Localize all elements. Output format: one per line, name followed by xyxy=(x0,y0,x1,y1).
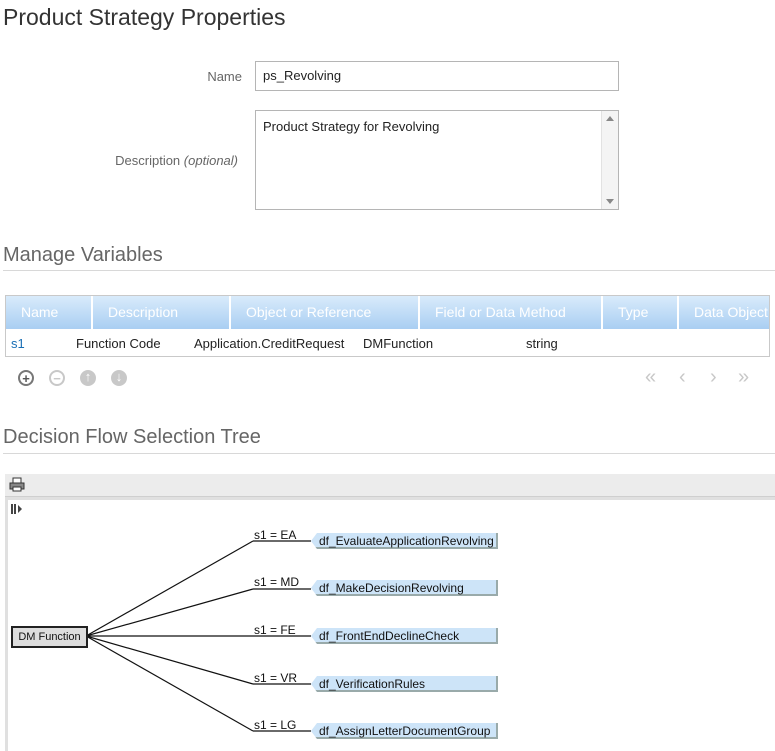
tree-leaf-node[interactable]: df_EvaluateApplicationRevolving xyxy=(311,533,498,549)
branch-condition: s1 = EA xyxy=(254,528,297,542)
tree-leaf-node[interactable]: df_FrontEndDeclineCheck xyxy=(311,628,498,644)
tree-leaf-node[interactable]: df_MakeDecisionRevolving xyxy=(311,580,498,596)
tree-leaf-node[interactable]: df_AssignLetterDocumentGroup xyxy=(311,723,498,739)
branch-condition: s1 = MD xyxy=(254,575,300,589)
tree-root-node[interactable]: DM Function xyxy=(11,626,88,648)
branch-condition: s1 = LG xyxy=(254,718,297,732)
branch-condition: s1 = FE xyxy=(254,623,296,637)
tree-leaf-node[interactable]: df_VerificationRules xyxy=(311,676,498,692)
branch-condition: s1 = VR xyxy=(254,671,298,685)
